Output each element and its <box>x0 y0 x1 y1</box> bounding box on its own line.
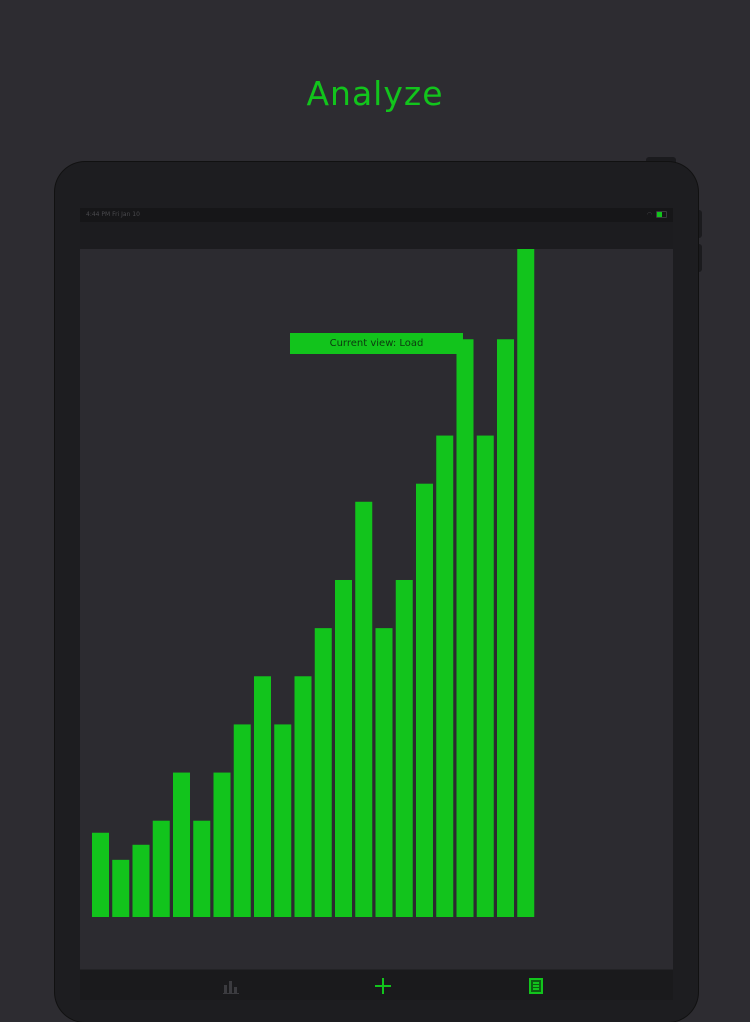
tab-log[interactable] <box>526 976 546 996</box>
chart-bar-8 <box>233 724 251 917</box>
notebook-icon <box>529 978 543 994</box>
tab-bar <box>80 969 673 1000</box>
chart-bar-2 <box>112 859 130 917</box>
wifi-icon: ◠ <box>646 211 652 218</box>
chart-bar-1 <box>92 832 109 917</box>
plus-icon <box>375 978 391 994</box>
chart-bar-11 <box>294 676 312 917</box>
chart-bar-18 <box>436 435 454 917</box>
chart-bar-12 <box>314 628 332 917</box>
chart-bar-6 <box>193 820 211 917</box>
chart-bar-15 <box>375 628 393 917</box>
chart-bar-10 <box>274 724 292 917</box>
chart-bar-7 <box>213 772 231 917</box>
chart-bar-3 <box>132 844 150 917</box>
status-indicators: ◠ <box>647 211 667 218</box>
chart-bar-19 <box>456 339 474 917</box>
status-bar: 4:44 PM Fri Jan 10 ◠ <box>80 208 673 222</box>
current-view-button[interactable]: Current view: Load <box>290 333 463 354</box>
status-time: 4:44 PM Fri Jan 10 <box>86 211 140 218</box>
tablet-screen: 4:44 PM Fri Jan 10 ◠ Current view: Load <box>80 208 673 1000</box>
chart-bar-14 <box>355 501 373 917</box>
tab-add[interactable] <box>373 976 393 996</box>
navigation-bar <box>80 222 673 249</box>
chart-bar-20 <box>476 435 494 917</box>
tab-analyze[interactable] <box>221 976 241 996</box>
chart-bar-17 <box>416 483 433 917</box>
battery-level-fill <box>657 212 663 217</box>
chart-bar-4 <box>152 820 170 917</box>
chart-bar-9 <box>254 676 271 917</box>
load-bar-chart <box>92 249 535 917</box>
chart-bar-21 <box>497 339 514 917</box>
chart-bar-22 <box>517 249 535 917</box>
battery-icon <box>656 211 667 218</box>
chart-bar-5 <box>173 772 190 917</box>
bar-chart-icon <box>223 981 239 994</box>
chart-area[interactable]: Current view: Load <box>80 249 673 969</box>
chart-bar-13 <box>335 579 352 917</box>
chart-bar-16 <box>395 579 413 917</box>
page-headline: Analyze <box>306 74 444 113</box>
